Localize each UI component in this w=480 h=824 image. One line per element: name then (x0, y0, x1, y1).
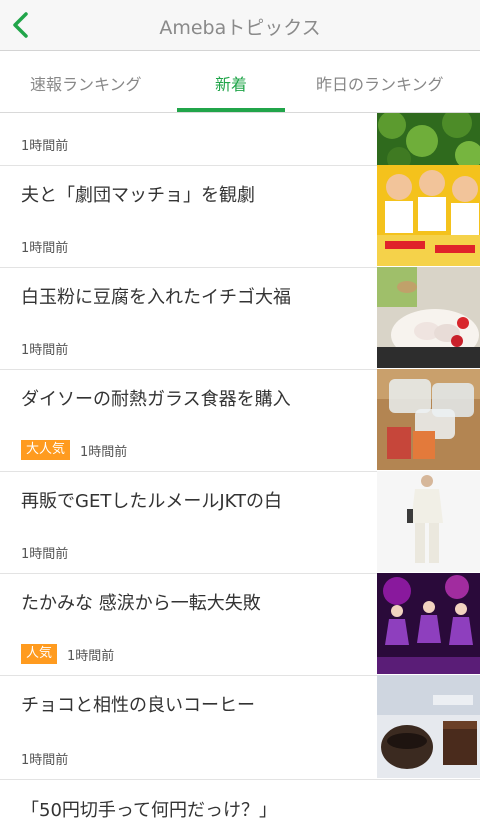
item-time: 1時間前 (80, 444, 128, 460)
list-item[interactable]: たかみな 感涙から一転大失敗 人気 1時間前 (0, 573, 480, 676)
item-thumbnail (377, 471, 480, 572)
item-title: たかみな 感涙から一転大失敗 (21, 593, 261, 614)
item-thumbnail (377, 165, 480, 266)
list-item[interactable]: 白玉粉に豆腐を入れたイチゴ大福 1時間前 (0, 267, 480, 370)
item-time: 1時間前 (21, 547, 69, 562)
item-thumbnail (377, 573, 480, 674)
tab-bar: 速報ランキング 新着 昨日のランキング (0, 51, 480, 113)
item-title: ダイソーの耐熱ガラス食器を購入 (21, 389, 291, 410)
item-title: 再販でGETしたルメールJKTの白 (21, 491, 283, 512)
item-thumbnail (377, 675, 480, 778)
item-title: 夫と「劇団マッチョ」を観劇 (21, 185, 255, 206)
item-title: チョコと相性の良いコーヒー (21, 695, 255, 716)
list-item[interactable]: 再販でGETしたルメールJKTの白 1時間前 (0, 471, 480, 574)
item-time: 1時間前 (21, 241, 69, 256)
list-item[interactable]: 夫と「劇団マッチョ」を観劇 1時間前 (0, 165, 480, 268)
list-item[interactable]: 1時間前 (0, 113, 480, 166)
item-time: 1時間前 (21, 753, 69, 768)
item-time: 1時間前 (21, 139, 69, 154)
item-thumbnail (377, 113, 480, 165)
item-thumbnail (377, 267, 480, 368)
top-bar: Amebaトピックス (0, 0, 480, 51)
item-time: 1時間前 (21, 343, 69, 358)
popularity-badge: 大人気 (21, 440, 71, 460)
tab-breaking-ranking[interactable]: 速報ランキング (30, 71, 142, 95)
active-tab-indicator (177, 108, 285, 112)
list-item[interactable]: ダイソーの耐熱ガラス食器を購入 大人気 1時間前 (0, 369, 480, 472)
item-title: 白玉粉に豆腐を入れたイチゴ大福 (21, 287, 291, 308)
popularity-badge: 人気 (21, 644, 58, 664)
item-title[interactable]: 「50円切手って何円だっけ？」 (21, 796, 277, 822)
tab-new[interactable]: 新着 (177, 71, 285, 95)
page-title: Amebaトピックス (159, 17, 321, 39)
list-item[interactable]: チョコと相性の良いコーヒー 1時間前 (0, 675, 480, 780)
item-thumbnail (377, 369, 480, 470)
tab-yesterday-ranking[interactable]: 昨日のランキング (316, 71, 444, 95)
item-time: 1時間前 (67, 648, 115, 664)
